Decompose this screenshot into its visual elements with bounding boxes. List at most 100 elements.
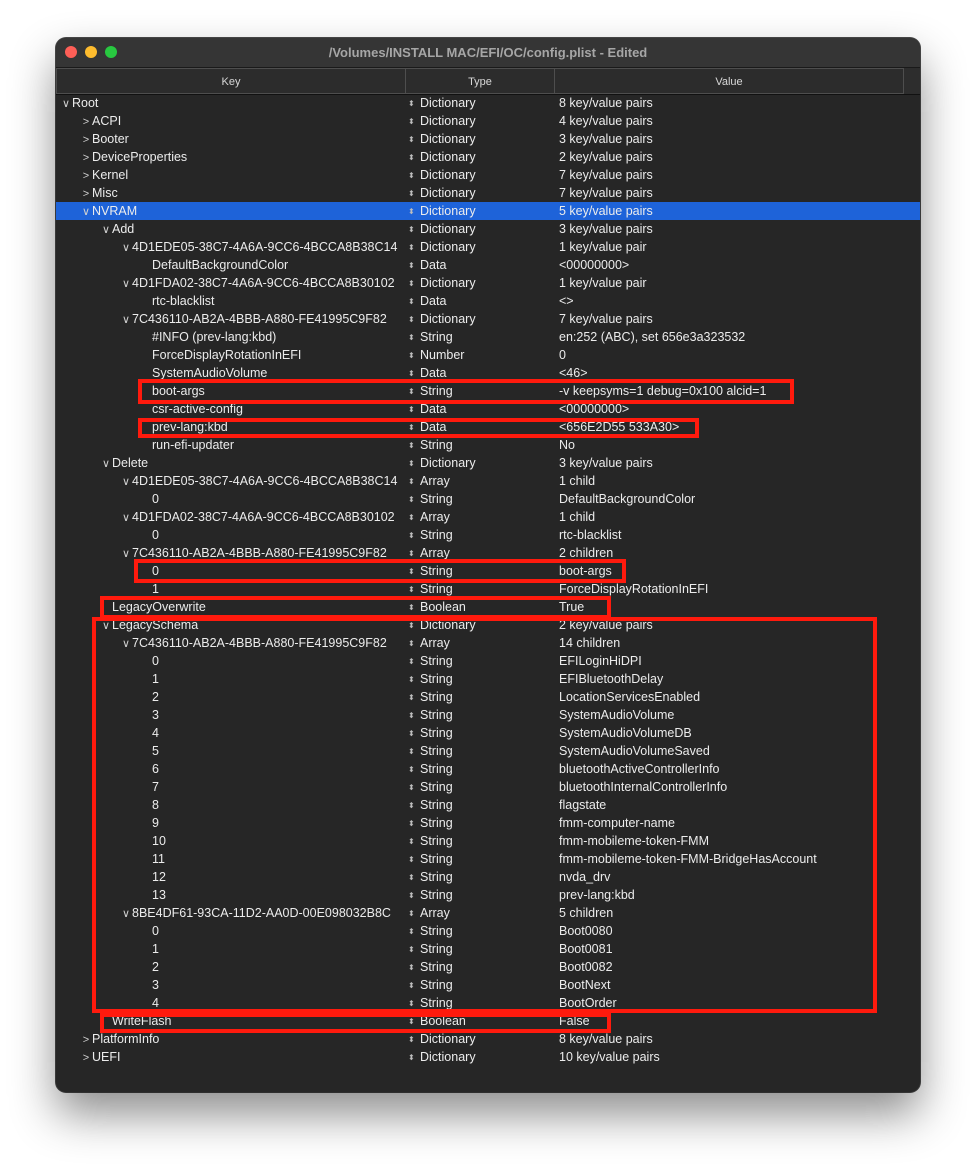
key-cell[interactable]: 11 (56, 850, 405, 868)
type-popup[interactable]: ⬍ Boolean (408, 1012, 554, 1031)
key-cell[interactable]: csr-active-config (56, 400, 405, 418)
key-cell[interactable]: 5 (56, 742, 405, 760)
type-popup[interactable]: ⬍ String (408, 850, 554, 869)
outline-row[interactable]: prev-lang:kbd ⬍ Data <656E2D55 533A30> (56, 418, 920, 436)
key-cell[interactable]: ∨ 4D1FDA02-38C7-4A6A-9CC6-4BCCA8B30102 (56, 508, 405, 526)
value-cell[interactable]: No (559, 436, 914, 454)
outline-row[interactable]: ∨ 4D1EDE05-38C7-4A6A-9CC6-4BCCA8B38C14 ⬍ Di… (56, 238, 920, 256)
value-cell[interactable]: LocationServicesEnabled (559, 688, 914, 706)
value-cell[interactable]: prev-lang:kbd (559, 886, 914, 904)
type-popup[interactable]: ⬍ Dictionary (408, 310, 554, 329)
type-popup[interactable]: ⬍ String (408, 382, 554, 401)
outline-row[interactable]: ∨ 8BE4DF61-93CA-11D2-AA0D-00E098032B8C ⬍ Ar… (56, 904, 920, 922)
value-cell[interactable]: ForceDisplayRotationInEFI (559, 580, 914, 598)
chevron-down-icon[interactable]: ∨ (120, 509, 132, 526)
chevron-down-icon[interactable]: ∨ (100, 221, 112, 238)
key-cell[interactable]: 3 (56, 976, 405, 994)
chevron-down-icon[interactable]: ∨ (100, 455, 112, 472)
outline-row[interactable]: WriteFlash ⬍ Boolean False (56, 1012, 920, 1030)
type-popup[interactable]: ⬍ Dictionary (408, 148, 554, 167)
value-cell[interactable]: False (559, 1012, 914, 1030)
type-popup[interactable]: ⬍ String (408, 328, 554, 347)
type-popup[interactable]: ⬍ String (408, 706, 554, 725)
value-cell[interactable]: 1 child (559, 508, 914, 526)
key-cell[interactable]: ∨ 7C436110-AB2A-4BBB-A880-FE41995C9F82 (56, 634, 405, 652)
chevron-down-icon[interactable]: ∨ (120, 311, 132, 328)
outline-row[interactable]: > ACPI ⬍ Dictionary 4 key/value pairs (56, 112, 920, 130)
value-cell[interactable]: 2 key/value pairs (559, 148, 914, 166)
chevron-right-icon[interactable]: > (80, 185, 92, 202)
chevron-right-icon[interactable]: > (80, 113, 92, 130)
chevron-down-icon[interactable]: ∨ (80, 203, 92, 220)
value-cell[interactable]: fmm-computer-name (559, 814, 914, 832)
outline-row[interactable]: csr-active-config ⬍ Data <00000000> (56, 400, 920, 418)
outline-row[interactable]: 4 ⬍ String SystemAudioVolumeDB (56, 724, 920, 742)
outline-row[interactable]: > PlatformInfo ⬍ Dictionary 8 key/value pair… (56, 1030, 920, 1048)
type-popup[interactable]: ⬍ String (408, 778, 554, 797)
value-cell[interactable]: 1 child (559, 472, 914, 490)
chevron-right-icon[interactable]: > (80, 149, 92, 166)
key-cell[interactable]: boot-args (56, 382, 405, 400)
type-popup[interactable]: ⬍ Dictionary (408, 130, 554, 149)
value-cell[interactable]: <00000000> (559, 400, 914, 418)
outline-row[interactable]: ∨ 7C436110-AB2A-4BBB-A880-FE41995C9F82 ⬍ Di… (56, 310, 920, 328)
outline-row[interactable]: 2 ⬍ String Boot0082 (56, 958, 920, 976)
key-cell[interactable]: ∨ 4D1FDA02-38C7-4A6A-9CC6-4BCCA8B30102 (56, 274, 405, 292)
outline-row[interactable]: > Booter ⬍ Dictionary 3 key/value pairs (56, 130, 920, 148)
key-cell[interactable]: ∨ 8BE4DF61-93CA-11D2-AA0D-00E098032B8C (56, 904, 405, 922)
type-popup[interactable]: ⬍ String (408, 688, 554, 707)
value-cell[interactable]: 7 key/value pairs (559, 310, 914, 328)
value-cell[interactable]: EFIBluetoothDelay (559, 670, 914, 688)
key-cell[interactable]: > Kernel (56, 166, 405, 184)
key-cell[interactable]: ∨ 4D1EDE05-38C7-4A6A-9CC6-4BCCA8B38C14 (56, 238, 405, 256)
outline-row[interactable]: #INFO (prev-lang:kbd) ⬍ String en:252 (ABC)… (56, 328, 920, 346)
value-cell[interactable]: 14 children (559, 634, 914, 652)
outline-row[interactable]: 5 ⬍ String SystemAudioVolumeSaved (56, 742, 920, 760)
outline-row[interactable]: boot-args ⬍ String -v keepsyms=1 debug=0x10… (56, 382, 920, 400)
value-cell[interactable]: 10 key/value pairs (559, 1048, 914, 1066)
outline-row[interactable]: 0 ⬍ String rtc-blacklist (56, 526, 920, 544)
key-cell[interactable]: ∨ Add (56, 220, 405, 238)
chevron-down-icon[interactable]: ∨ (120, 473, 132, 490)
type-popup[interactable]: ⬍ String (408, 724, 554, 743)
key-cell[interactable]: > Booter (56, 130, 405, 148)
key-cell[interactable]: 0 (56, 526, 405, 544)
type-popup[interactable]: ⬍ Data (408, 400, 554, 419)
key-cell[interactable]: 9 (56, 814, 405, 832)
value-cell[interactable]: fmm-mobileme-token-FMM (559, 832, 914, 850)
value-cell[interactable]: flagstate (559, 796, 914, 814)
outline-row[interactable]: > UEFI ⬍ Dictionary 10 key/value pairs (56, 1048, 920, 1066)
key-cell[interactable]: 1 (56, 940, 405, 958)
chevron-right-icon[interactable]: > (80, 1049, 92, 1066)
type-popup[interactable]: ⬍ String (408, 958, 554, 977)
type-popup[interactable]: ⬍ String (408, 562, 554, 581)
outline-row[interactable]: SystemAudioVolume ⬍ Data <46> (56, 364, 920, 382)
outline-row[interactable]: 3 ⬍ String SystemAudioVolume (56, 706, 920, 724)
key-cell[interactable]: rtc-blacklist (56, 292, 405, 310)
outline-row[interactable]: 1 ⬍ String Boot0081 (56, 940, 920, 958)
value-cell[interactable]: -v keepsyms=1 debug=0x100 alcid=1 (559, 382, 914, 400)
type-popup[interactable]: ⬍ Dictionary (408, 274, 554, 293)
value-cell[interactable]: <> (559, 292, 914, 310)
key-cell[interactable]: ∨ Delete (56, 454, 405, 472)
outline-row[interactable]: ∨ 7C436110-AB2A-4BBB-A880-FE41995C9F82 ⬍ Ar… (56, 634, 920, 652)
chevron-down-icon[interactable]: ∨ (120, 545, 132, 562)
key-cell[interactable]: 3 (56, 706, 405, 724)
key-cell[interactable]: > Misc (56, 184, 405, 202)
outline-row[interactable]: ∨ 4D1FDA02-38C7-4A6A-9CC6-4BCCA8B30102 ⬍ Di… (56, 274, 920, 292)
chevron-down-icon[interactable]: ∨ (120, 239, 132, 256)
value-cell[interactable]: DefaultBackgroundColor (559, 490, 914, 508)
value-cell[interactable]: Boot0081 (559, 940, 914, 958)
type-popup[interactable]: ⬍ Dictionary (408, 454, 554, 473)
chevron-down-icon[interactable]: ∨ (100, 617, 112, 634)
value-cell[interactable]: EFILoginHiDPI (559, 652, 914, 670)
type-popup[interactable]: ⬍ String (408, 670, 554, 689)
value-cell[interactable]: 5 children (559, 904, 914, 922)
outline-row[interactable]: ∨ Root ⬍ Dictionary 8 key/value pairs (56, 94, 920, 112)
type-popup[interactable]: ⬍ String (408, 814, 554, 833)
column-header-key[interactable]: Key (56, 68, 406, 94)
type-popup[interactable]: ⬍ Array (408, 904, 554, 923)
outline-row[interactable]: ∨ Delete ⬍ Dictionary 3 key/value pairs (56, 454, 920, 472)
outline-row[interactable]: > DeviceProperties ⬍ Dictionary 2 key/value … (56, 148, 920, 166)
key-cell[interactable]: 0 (56, 562, 405, 580)
